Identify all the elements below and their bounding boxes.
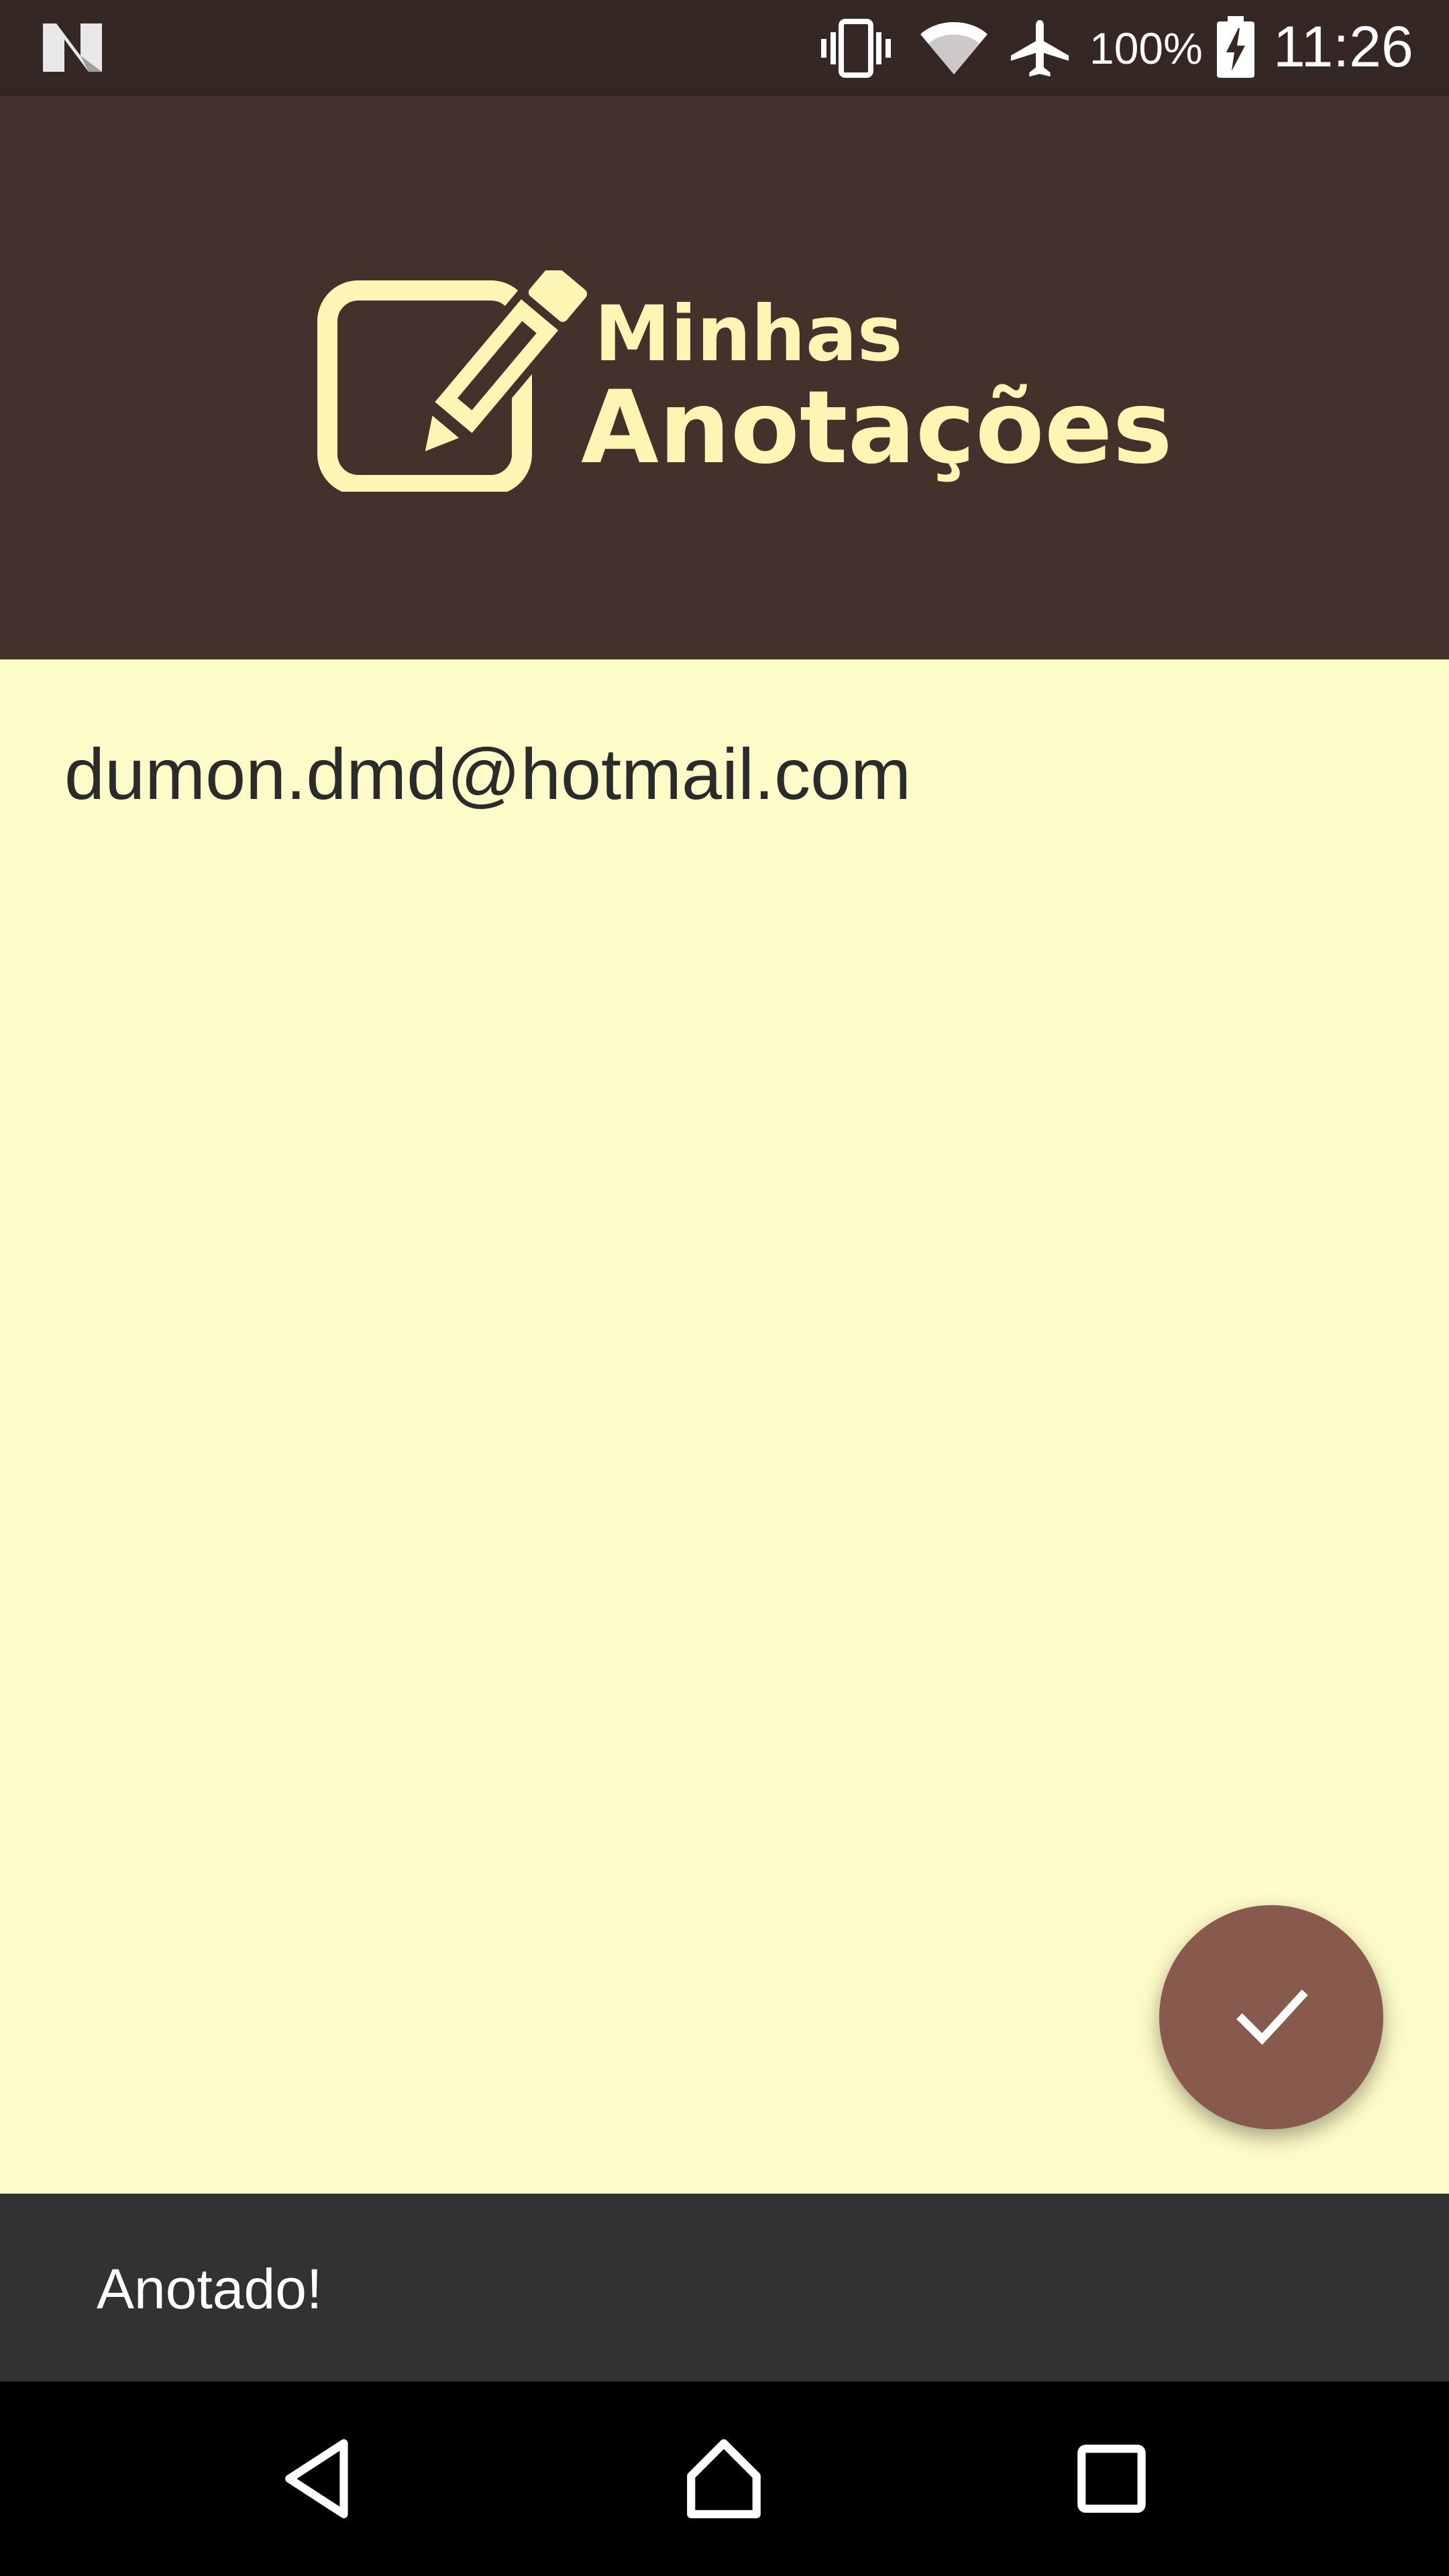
status-bar: 100% 11:26 [0,0,1449,96]
save-note-button[interactable] [1159,1905,1383,2129]
battery-percentage: 100% [1089,23,1203,73]
back-icon[interactable] [278,2435,366,2522]
airplane-mode-icon [1010,19,1069,77]
app-header: Minhas Anotações [0,96,1449,659]
home-icon[interactable] [680,2435,767,2522]
vibrate-icon [821,19,891,78]
snackbar: Anotado! [0,2194,1449,2381]
recents-icon[interactable] [1068,2435,1155,2522]
navigation-bar [0,2381,1449,2576]
battery-charging-icon [1217,16,1254,78]
edit-note-icon [317,270,597,492]
logo-title-line1: Minhas [594,289,903,378]
snackbar-message: Anotado! [97,2257,323,2320]
n-notification-icon [43,23,102,72]
wifi-icon [920,22,987,74]
status-clock: 11:26 [1273,15,1413,79]
check-icon [1236,1989,1308,2045]
note-text[interactable]: dumon.dmd@hotmail.com [64,727,1379,821]
logo-title-line2: Anotações [581,370,1173,486]
